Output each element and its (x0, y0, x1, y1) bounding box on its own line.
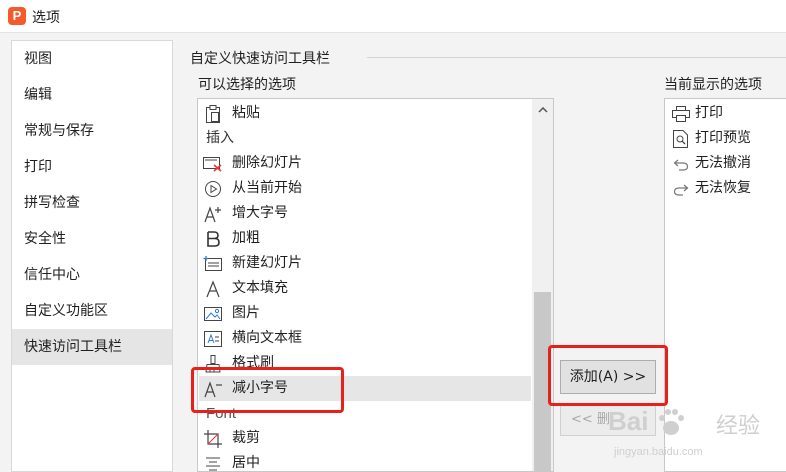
textbox-icon (203, 329, 223, 348)
decrease-font-icon (203, 379, 223, 398)
sidebar-item-edit[interactable]: 编辑 (12, 77, 172, 113)
add-button[interactable]: 添加(A) >> (560, 360, 656, 394)
current-item-label: 打印预览 (695, 130, 751, 146)
list-item-label: 减小字号 (232, 380, 288, 396)
crop-icon (203, 429, 223, 448)
current-item-undo[interactable]: 无法撤消 (669, 151, 786, 176)
list-item-label: 图片 (232, 305, 260, 321)
list-item-label: 删除幻灯片 (232, 155, 302, 171)
list-item-label: 加粗 (232, 230, 260, 246)
list-item-horizontal-textbox[interactable]: 横向文本框 (199, 326, 531, 351)
list-item-label: 横向文本框 (232, 330, 302, 346)
sidebar-item-view[interactable]: 视图 (12, 41, 172, 77)
current-item-label: 打印 (695, 105, 723, 121)
sidebar-item-print[interactable]: 打印 (12, 149, 172, 185)
list-group-header-insert: 插入 (199, 126, 531, 151)
current-item-label: 无法恢复 (695, 180, 751, 196)
window-title: 选项 (32, 10, 60, 26)
group-title: 自定义快速访问工具栏 (190, 51, 330, 67)
title-bar: P 选项 (0, 0, 786, 33)
picture-icon (203, 304, 223, 323)
list-item-label: 新建幻灯片 (232, 255, 302, 271)
list-item-increase-font[interactable]: 增大字号 (199, 201, 531, 226)
undo-icon (671, 154, 691, 173)
paste-icon (203, 104, 223, 123)
printer-icon (671, 104, 691, 123)
sidebar-item-trust-center[interactable]: 信任中心 (12, 257, 172, 293)
scroll-up-arrow-icon[interactable] (532, 99, 553, 121)
sidebar-item-quick-access-toolbar[interactable]: 快速访问工具栏 (12, 329, 172, 365)
sidebar-item-security[interactable]: 安全性 (12, 221, 172, 257)
current-options-label: 当前显示的选项 (664, 77, 762, 93)
group-divider (367, 57, 786, 58)
list-item-picture[interactable]: 图片 (199, 301, 531, 326)
list-item-label: 裁剪 (232, 430, 260, 446)
list-header-label: Font (206, 405, 237, 422)
sidebar-item-spellcheck[interactable]: 拼写检查 (12, 185, 172, 221)
list-item-decrease-font[interactable]: 减小字号 (199, 376, 531, 401)
format-painter-icon (203, 354, 223, 373)
list-item-new-slide[interactable]: 新建幻灯片 (199, 251, 531, 276)
remove-button[interactable]: << 删 (560, 404, 656, 436)
print-preview-icon (671, 129, 691, 148)
current-item-label: 无法撤消 (695, 155, 751, 171)
available-list-scrollbar[interactable] (532, 99, 553, 471)
list-item-delete-slide[interactable]: 删除幻灯片 (199, 151, 531, 176)
bold-icon (203, 229, 223, 248)
scrollbar-thumb[interactable] (534, 292, 551, 471)
list-item-play-from-current[interactable]: 从当前开始 (199, 176, 531, 201)
sidebar-item-general-save[interactable]: 常规与保存 (12, 113, 172, 149)
list-item-text-fill[interactable]: 文本填充 (199, 276, 531, 301)
align-center-icon (203, 454, 223, 471)
list-item-align-center[interactable]: 居中 (199, 451, 531, 471)
available-options-list[interactable]: 粘贴 插入 删除幻灯片 从当前开始 增大字号 加粗 新建幻灯片 文本填充 图片 … (197, 98, 554, 472)
current-options-list[interactable]: 打印 打印预览 无法撤消 无法恢复 (664, 98, 786, 472)
current-item-print-preview[interactable]: 打印预览 (669, 126, 786, 151)
current-item-redo[interactable]: 无法恢复 (669, 176, 786, 201)
list-header-label: 插入 (206, 130, 234, 146)
list-item-label: 文本填充 (232, 280, 288, 296)
app-logo-icon: P (8, 7, 26, 25)
increase-font-icon (203, 204, 223, 223)
redo-icon (671, 179, 691, 198)
list-item-label: 从当前开始 (232, 180, 302, 196)
delete-slide-icon (203, 154, 223, 173)
list-item-format-painter[interactable]: 格式刷 (199, 351, 531, 376)
list-item-label: 格式刷 (232, 355, 274, 371)
list-item-crop[interactable]: 裁剪 (199, 426, 531, 451)
list-item-label: 居中 (232, 455, 260, 471)
options-sidebar: 视图 编辑 常规与保存 打印 拼写检查 安全性 信任中心 自定义功能区 快速访问… (11, 40, 173, 472)
list-group-header-font: Font (199, 401, 531, 426)
list-item-paste[interactable]: 粘贴 (199, 101, 531, 126)
sidebar-item-customize-ribbon[interactable]: 自定义功能区 (12, 293, 172, 329)
list-item-label: 增大字号 (232, 205, 288, 221)
available-options-label: 可以选择的选项 (198, 77, 296, 93)
current-item-print[interactable]: 打印 (669, 101, 786, 126)
play-from-current-icon (203, 179, 223, 198)
list-item-bold[interactable]: 加粗 (199, 226, 531, 251)
text-fill-icon (203, 279, 223, 298)
new-slide-icon (203, 254, 223, 273)
list-item-label: 粘贴 (232, 105, 260, 121)
